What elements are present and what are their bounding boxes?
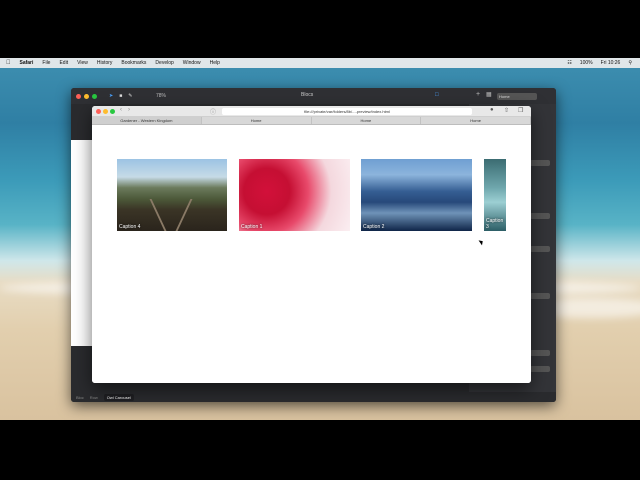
carousel-slide[interactable]: Caption 2 — [361, 159, 472, 231]
carousel-slide[interactable]: Caption 1 — [239, 159, 350, 231]
forward-icon[interactable]: › — [128, 107, 130, 113]
railway-track — [175, 199, 193, 231]
menu-window[interactable]: Window — [183, 60, 201, 66]
url-bar[interactable]: file:///private/var/folders/8b/...-previ… — [222, 108, 472, 115]
zoom-button[interactable] — [92, 93, 97, 99]
safari-preview-window: ‹ › ⓘ file:///private/var/folders/8b/...… — [92, 106, 531, 383]
editor-canvas — [71, 140, 92, 346]
grid-icon[interactable]: ▦ — [486, 91, 492, 98]
tab-home-3[interactable]: Home — [421, 117, 531, 124]
apple-icon[interactable]:  — [6, 60, 11, 66]
minimize-button[interactable] — [103, 109, 108, 114]
plus-icon[interactable]: + — [476, 91, 480, 98]
menu-history[interactable]: History — [97, 60, 113, 66]
railway-track — [149, 199, 167, 231]
breadcrumb-row[interactable]: Row — [90, 395, 98, 400]
breadcrumb-bloc[interactable]: Bloc — [76, 395, 84, 400]
close-button[interactable] — [96, 109, 101, 114]
download-icon[interactable]: ● — [490, 107, 494, 113]
page-content: Caption 4 Caption 1 Caption 2 Caption 3 — [92, 125, 531, 383]
menu-develop[interactable]: Develop — [155, 60, 173, 66]
tab-home-2[interactable]: Home — [312, 117, 422, 124]
screen:  Safari File Edit View History Bookmark… — [0, 0, 640, 480]
menu-view[interactable]: View — [77, 60, 88, 66]
info-icon[interactable]: ⓘ — [210, 107, 216, 116]
wifi-icon[interactable]: ☷ — [567, 60, 571, 66]
slide-caption: Caption 1 — [241, 224, 263, 230]
blocs-toolbar: ➤ ■ ✎ — [71, 88, 556, 104]
battery-percent[interactable]: 100% — [580, 60, 593, 66]
sidebar-field[interactable] — [530, 293, 550, 299]
desktop-view-icon[interactable]: □ — [435, 92, 439, 98]
menu-help[interactable]: Help — [210, 60, 220, 66]
menu-edit[interactable]: Edit — [59, 60, 68, 66]
breadcrumb-owl-carousel[interactable]: Owl Carousel — [103, 393, 134, 401]
pointer-icon[interactable]: ➤ — [109, 93, 113, 99]
slide-caption: Caption 2 — [363, 224, 385, 230]
menu-app-name[interactable]: Safari — [20, 60, 34, 66]
window-title: Blocs — [301, 92, 314, 98]
zoom-button[interactable] — [110, 109, 115, 114]
slide-caption: Caption 4 — [119, 224, 141, 230]
tabs-icon[interactable]: ❐ — [518, 107, 523, 114]
close-button[interactable] — [76, 93, 81, 99]
slide-caption: Caption 3 — [486, 218, 504, 230]
brush-icon[interactable]: ✎ — [128, 93, 132, 99]
sidebar-field[interactable] — [530, 246, 550, 252]
carousel-slide[interactable]: Caption 3 — [484, 159, 506, 231]
menubar-clock[interactable]: Fri 10:26 — [601, 60, 621, 66]
zoom-level[interactable]: 78% — [156, 93, 166, 99]
page-select[interactable]: Home — [497, 93, 537, 100]
menu-bar:  Safari File Edit View History Bookmark… — [0, 58, 640, 68]
menu-file[interactable]: File — [42, 60, 50, 66]
back-icon[interactable]: ‹ — [120, 107, 122, 113]
add-bloc-icon[interactable]: ■ — [119, 93, 122, 99]
share-icon[interactable]: ⇧ — [504, 107, 509, 114]
menu-bookmarks[interactable]: Bookmarks — [121, 60, 146, 66]
sidebar-toggle[interactable] — [530, 160, 550, 166]
safari-toolbar: ‹ › ⓘ file:///private/var/folders/8b/...… — [92, 106, 531, 117]
tab-gardener[interactable]: Gardener - Western Kingdom — [92, 117, 202, 124]
safari-tab-bar: Gardener - Western Kingdom Home Home Hom… — [92, 117, 531, 125]
minimize-button[interactable] — [84, 93, 89, 99]
sidebar-field[interactable] — [530, 213, 550, 219]
carousel-slide[interactable]: Caption 4 — [117, 159, 227, 231]
breadcrumb: Bloc Row Owl Carousel — [71, 392, 556, 402]
sidebar-field[interactable] — [530, 366, 550, 372]
search-icon[interactable]: ⚲ — [628, 60, 632, 66]
sidebar-field[interactable] — [530, 350, 550, 356]
tab-home-1[interactable]: Home — [202, 117, 312, 124]
